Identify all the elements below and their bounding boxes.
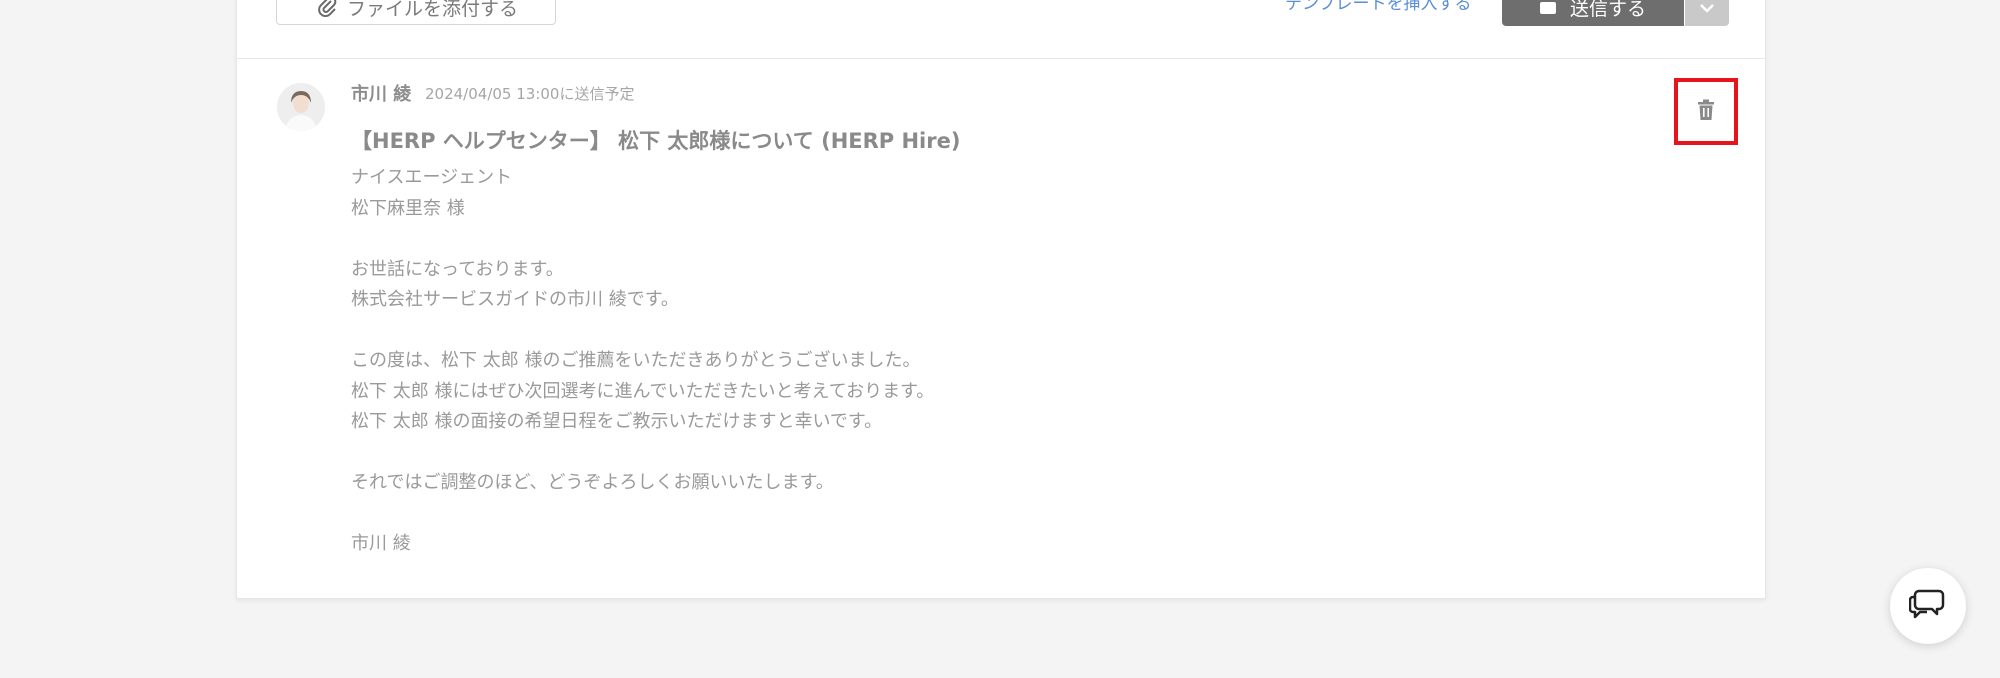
message-body-line: 松下 太郎 様の面接の希望日程をご教示いただけますと幸いです。	[351, 411, 883, 432]
message-body-line	[351, 224, 934, 255]
composer-toolbar: ファイルを添付する テンプレートを挿入する 送信する	[237, 0, 1765, 59]
chevron-down-icon	[1699, 0, 1715, 17]
chat-bubbles-icon	[1908, 587, 1947, 625]
message-body: ナイスエージェント 松下麻里奈 様お世話になっております。株式会社サービスガイドの…	[351, 163, 934, 560]
message-subject: 【HERP ヘルプセンター】 松下 太郎様について (HERP Hire)	[351, 129, 961, 153]
send-button-label: 送信する	[1569, 0, 1646, 20]
envelope-icon	[1539, 1, 1556, 14]
scheduled-send-time: 2024/04/05 13:00に送信予定	[425, 85, 635, 103]
message-body-line: 株式会社サービスガイドの市川 綾です。	[351, 289, 679, 310]
message-body-line: この度は、松下 太郎 様のご推薦をいただきありがとうございました。	[351, 350, 921, 371]
attach-file-label: ファイルを添付する	[347, 0, 519, 20]
message-body-line: 松下 太郎 様にはぜひ次回選考に進んでいただきたいと考えております。	[351, 380, 935, 402]
trash-icon	[1696, 99, 1716, 125]
message-body-line	[351, 316, 934, 347]
message-body-line: 松下麻里奈 様	[351, 197, 465, 219]
message-body-line: 市川 綾	[351, 533, 411, 554]
message-body-line: お世話になっております。	[351, 258, 564, 280]
message-card: ファイルを添付する テンプレートを挿入する 送信する 市川 綾 2024/04/…	[236, 0, 1766, 599]
insert-template-link[interactable]: テンプレートを挿入する	[1285, 0, 1472, 14]
message-body-line: ナイスエージェント	[351, 167, 513, 188]
message-body-line: それではご調整のほど、どうぞよろしくお願いいたします。	[351, 472, 834, 493]
paperclip-icon	[317, 0, 337, 22]
send-button[interactable]: 送信する	[1502, 0, 1684, 26]
attach-file-button[interactable]: ファイルを添付する	[276, 0, 556, 25]
avatar	[277, 83, 325, 131]
delete-button[interactable]	[1674, 78, 1738, 145]
send-options-dropdown[interactable]	[1685, 0, 1729, 26]
chat-support-button[interactable]	[1890, 568, 1966, 644]
message-body-line	[351, 499, 934, 530]
sender-name: 市川 綾	[351, 84, 412, 105]
message-body-line	[351, 438, 934, 469]
